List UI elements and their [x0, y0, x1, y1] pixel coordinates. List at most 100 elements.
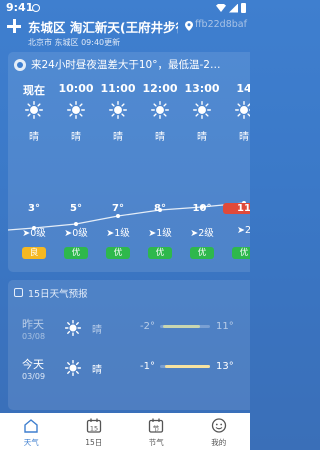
temp-range-fill [165, 365, 210, 368]
hour-time: 13:00 [184, 82, 220, 95]
solar-term-icon: 节 [148, 418, 164, 433]
hour-wind: ➤2 [223, 225, 250, 236]
hour-condition: 晴 [197, 132, 207, 143]
sunny-icon [67, 101, 85, 119]
sunny-icon [25, 101, 43, 119]
sunny-icon [151, 101, 169, 119]
hour-temperature: 7° [112, 203, 124, 214]
svg-text:节: 节 [153, 425, 160, 433]
nav-tab-1[interactable]: 15 15日 [63, 413, 126, 450]
hour-column[interactable]: 现在 晴 3° ➤0级 良 [13, 82, 55, 272]
weather-home-icon [23, 418, 39, 433]
hour-wind: ➤0级 [55, 225, 97, 239]
day-name: 昨天 [22, 318, 44, 331]
hour-temperature: 8° [154, 203, 166, 214]
sunny-icon [64, 319, 82, 337]
notification-dot-icon [32, 4, 40, 12]
sunny-icon [235, 101, 250, 119]
profile-icon [211, 418, 227, 433]
aqi-badge: 优 [232, 247, 250, 259]
add-city-button[interactable] [6, 18, 22, 34]
signal-icon [229, 3, 238, 13]
wind-direction-icon: ➤ [148, 228, 157, 239]
day-high: 11° [216, 321, 234, 332]
nav-label: 我的 [211, 438, 227, 447]
user-id: ffb22d8baf [195, 19, 247, 30]
hour-column[interactable]: 13:00 晴 10° ➤2级 优 [181, 82, 223, 272]
temp-range-bar [160, 325, 210, 328]
status-icons [216, 0, 246, 16]
hour-temperature: 11 [223, 203, 250, 214]
hour-time: 14 [236, 82, 250, 95]
bottom-nav: 天气 15 15日 节 节气 我的 [0, 413, 250, 450]
aqi-badge: 良 [22, 247, 46, 259]
hour-wind: ➤2级 [181, 225, 223, 239]
day-row[interactable]: 昨天 03/08 晴 -2° 11° [8, 314, 250, 350]
day-condition: 晴 [92, 365, 102, 376]
hour-wind: ➤1级 [97, 225, 139, 239]
location-subtitle: 北京市 东城区 09:40更新 [28, 38, 121, 47]
aqi-badge: 优 [64, 247, 88, 259]
day-date: 03/08 [22, 332, 46, 341]
nav-label: 节气 [148, 438, 164, 447]
hour-wind: ➤0级 [13, 225, 55, 239]
alert-text: 来24小时昼夜温差大于10°，最低温-2… [31, 59, 221, 71]
hour-time: 现在 [23, 84, 45, 97]
wind-direction-icon: ➤ [22, 228, 31, 239]
hour-temperature: 5° [70, 203, 82, 214]
hour-column[interactable]: 10:00 晴 5° ➤0级 优 [55, 82, 97, 272]
calendar-15-icon: 15 [86, 418, 102, 433]
hour-time: 10:00 [58, 82, 94, 95]
hour-condition: 晴 [155, 132, 165, 143]
calendar-icon [14, 288, 23, 297]
status-time: 9:41 [6, 1, 34, 14]
day-low: -2° [140, 321, 155, 332]
hour-temperature: 10° [192, 203, 212, 214]
hourly-forecast-card[interactable]: 来24小时昼夜温差大于10°，最低温-2… 现在 晴 3° ➤0级 良 10:0… [8, 52, 250, 272]
hour-time: 11:00 [100, 82, 136, 95]
wind-level: 2级 [198, 228, 214, 239]
battery-icon [241, 3, 246, 13]
nav-label: 天气 [23, 438, 39, 447]
hour-column[interactable]: 12:00 晴 8° ➤1级 优 [139, 82, 181, 272]
location-pin-icon [185, 21, 193, 31]
temp-range-bar [160, 365, 210, 368]
wind-level: 0级 [72, 228, 88, 239]
wind-level: 1级 [156, 228, 172, 239]
wind-direction-icon: ➤ [190, 228, 199, 239]
wind-level: 0级 [30, 228, 46, 239]
nav-tab-2[interactable]: 节 节气 [125, 413, 188, 450]
hour-condition: 晴 [71, 132, 81, 143]
wind-level: 2 [244, 225, 250, 236]
hour-column[interactable]: 14 晴 11 ➤2 优 [223, 82, 250, 272]
nav-tab-0[interactable]: 天气 [0, 413, 63, 450]
hour-column[interactable]: 11:00 晴 7° ➤1级 优 [97, 82, 139, 272]
day-row[interactable]: 今天 03/09 晴 -1° 13° [8, 354, 250, 390]
sunny-icon [109, 101, 127, 119]
daily-forecast-title: 15日天气预报 [28, 289, 88, 300]
wind-level: 1级 [114, 228, 130, 239]
aqi-badge: 优 [148, 247, 172, 259]
temp-range-fill [162, 325, 200, 328]
wifi-icon [216, 4, 226, 12]
hour-condition: 晴 [29, 132, 39, 143]
daily-forecast-card[interactable]: 15日天气预报 昨天 03/08 晴 -2° 11° 今天 03/09 晴 -1… [8, 280, 250, 410]
nav-tab-3[interactable]: 我的 [188, 413, 251, 450]
aqi-badge: 优 [106, 247, 130, 259]
aqi-badge: 优 [190, 247, 214, 259]
day-high: 13° [216, 361, 234, 372]
wind-direction-icon: ➤ [64, 228, 73, 239]
alert-banner[interactable]: 来24小时昼夜温差大于10°，最低温-2… [14, 56, 250, 74]
header: 东城区 淘汇新天(王府井步行… 北京市 东城区 09:40更新 ffb22d8b… [0, 16, 250, 54]
hour-time: 12:00 [142, 82, 178, 95]
hour-condition: 晴 [239, 132, 249, 143]
location-title[interactable]: 东城区 淘汇新天(王府井步行… [28, 17, 178, 36]
day-low: -1° [140, 361, 155, 372]
day-name: 今天 [22, 358, 44, 371]
day-condition: 晴 [92, 325, 102, 336]
sunny-icon [193, 101, 211, 119]
status-bar: 9:41 [0, 0, 250, 16]
alert-icon [14, 59, 26, 71]
sunny-icon [64, 359, 82, 377]
hour-wind: ➤1级 [139, 225, 181, 239]
